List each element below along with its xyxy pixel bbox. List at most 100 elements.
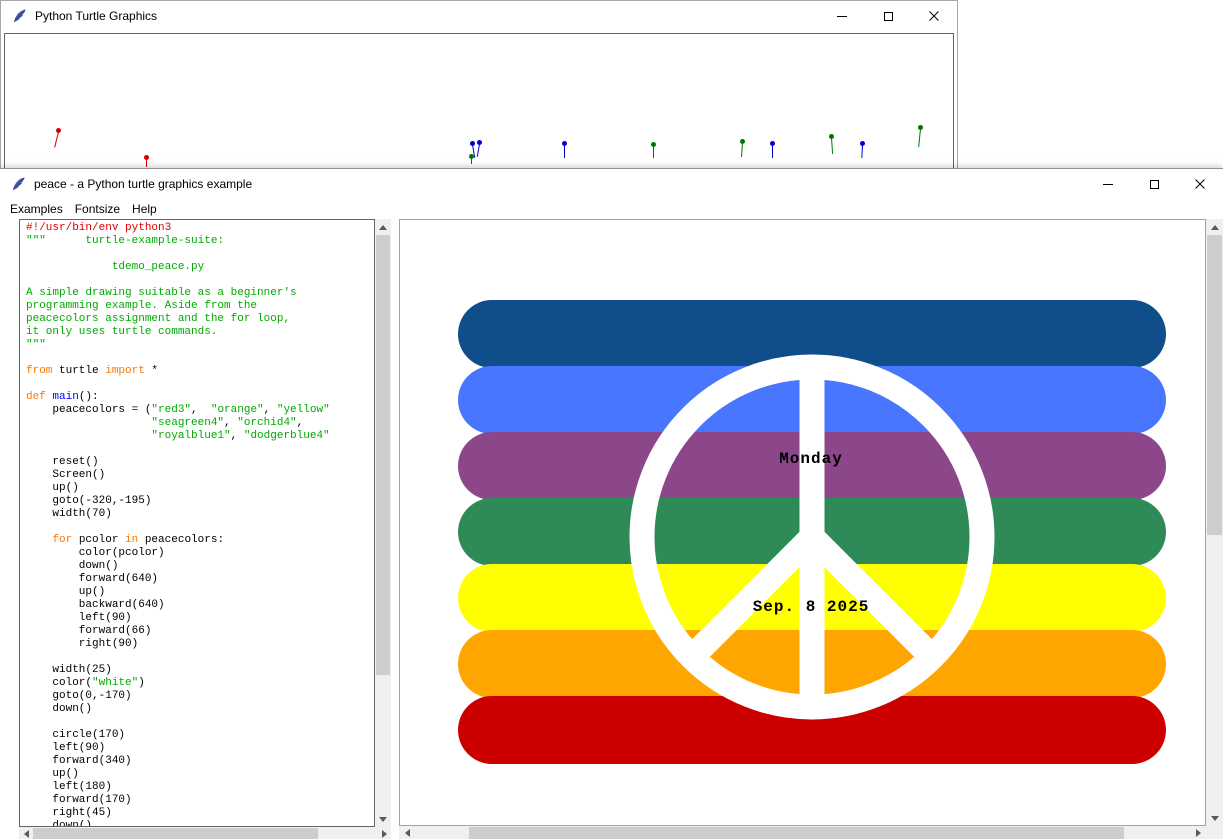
tree-leaf-dot [144,155,149,160]
code-line: right(90) [26,638,374,651]
minimize-icon [1103,184,1113,185]
tree-leaf-dot [469,154,474,159]
code-token: color( [26,677,92,689]
code-token: "red3" [151,404,191,416]
scroll-up-button[interactable] [375,219,391,235]
scrollbar-thumb[interactable] [469,827,1124,839]
code-token: left(90) [26,612,132,624]
scroll-down-button[interactable] [375,811,391,827]
code-token: goto(-320,-195) [26,495,151,507]
code-token: forward(170) [26,794,132,806]
tree-leaf-dot [562,141,567,146]
code-token: down() [26,820,92,827]
code-token: main [52,391,78,403]
code-line: """ [26,339,374,352]
maximize-button[interactable] [865,1,911,31]
close-button[interactable] [1177,169,1223,199]
tree-branch [831,138,833,154]
minimize-button[interactable] [819,1,865,31]
canvas-vertical-scrollbar[interactable] [1206,219,1223,826]
code-token: right(90) [26,638,138,650]
minimize-button[interactable] [1085,169,1131,199]
minimize-icon [837,16,847,17]
arrow-down-icon [1211,816,1219,821]
tree-branch [477,144,480,157]
scrollbar-thumb[interactable] [1207,235,1222,535]
menu-examples[interactable]: Examples [4,202,69,216]
code-line: width(70) [26,508,374,521]
code-token: "royalblue1" [151,430,230,442]
code-line: "royalblue1", "dodgerblue4" [26,430,374,443]
code-line: right(45) [26,807,374,820]
code-token: for [52,534,72,546]
peace-window-titlebar[interactable]: peace - a Python turtle graphics example [0,169,1223,199]
close-button[interactable] [911,1,957,31]
tree-branch [54,132,59,148]
code-token: """ turtle-example-suite: [26,235,224,247]
scroll-right-button[interactable] [377,827,391,839]
code-line: def main(): [26,391,374,404]
code-token: circle(170) [26,729,125,741]
code-token: #!/usr/bin/env python3 [26,222,171,234]
turtle-window-titlebar[interactable]: Python Turtle Graphics [1,1,957,31]
arrow-up-icon [379,225,387,230]
code-token: goto(0,-170) [26,690,132,702]
code-token: A simple drawing suitable as a beginner'… [26,287,297,299]
maximize-icon [884,12,893,21]
code-token: , [231,430,244,442]
peace-example-window: peace - a Python turtle graphics example… [0,168,1223,839]
code-line: down() [26,820,374,827]
peace-window-controls [1085,169,1223,199]
code-token: tdemo_peace.py [26,261,204,273]
code-line [26,274,374,287]
maximize-button[interactable] [1131,169,1177,199]
code-vertical-scrollbar[interactable] [375,219,391,827]
tree-branch [861,145,863,158]
code-line: color(pcolor) [26,547,374,560]
scrollbar-corner [1206,826,1223,839]
scroll-left-button[interactable] [19,827,33,839]
code-token: left(90) [26,742,105,754]
code-line: up() [26,768,374,781]
tree-leaf-dot [860,141,865,146]
canvas-horizontal-scrollbar[interactable] [399,826,1206,839]
code-token: def [26,391,46,403]
code-line [26,248,374,261]
menu-fontsize[interactable]: Fontsize [69,202,126,216]
code-token: up() [26,768,79,780]
maximize-icon [1150,180,1159,189]
code-line: backward(640) [26,599,374,612]
tree-leaf-dot [56,128,61,133]
code-token: in [125,534,138,546]
code-line: color("white") [26,677,374,690]
code-token: down() [26,560,118,572]
code-token: programming example. Aside from the [26,300,257,312]
code-token: forward(340) [26,755,132,767]
code-token: * [145,365,158,377]
code-token: width(25) [26,664,112,676]
code-line: forward(170) [26,794,374,807]
code-token: "orange" [211,404,264,416]
scroll-up-button[interactable] [1206,219,1223,235]
code-line: circle(170) [26,729,374,742]
scrollbar-thumb[interactable] [376,235,390,675]
scroll-down-button[interactable] [1206,810,1223,826]
code-line: down() [26,703,374,716]
code-token: up() [26,586,105,598]
scrollbar-thumb[interactable] [33,828,318,839]
canvas-text-date: Sep. 8 2025 [753,598,870,616]
code-token: import [105,365,145,377]
scroll-right-button[interactable] [1190,826,1206,839]
code-line: forward(66) [26,625,374,638]
code-line [26,651,374,664]
scroll-left-button[interactable] [399,826,415,839]
tree-leaf-dot [477,140,482,145]
code-line: it only uses turtle commands. [26,326,374,339]
code-horizontal-scrollbar[interactable] [19,827,391,839]
code-token: from [26,365,52,377]
arrow-left-icon [24,830,29,838]
code-token: (): [79,391,99,403]
source-code-pane[interactable]: #!/usr/bin/env python3""" turtle-example… [19,219,375,827]
code-line: forward(640) [26,573,374,586]
menu-help[interactable]: Help [126,202,163,216]
